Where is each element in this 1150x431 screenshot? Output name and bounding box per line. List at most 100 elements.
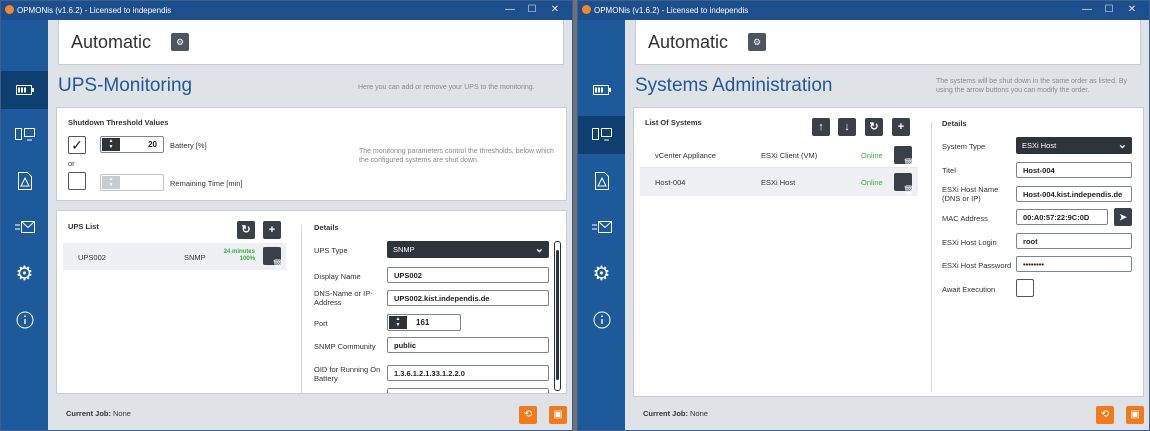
next-field[interactable] xyxy=(387,388,549,393)
title-bar[interactable]: OPMONis (v1.6.2) - Licensed to independi… xyxy=(578,1,1149,20)
window-ups-monitoring: OPMONis (v1.6.2) - Licensed to independi… xyxy=(0,0,573,431)
details-scrollbar[interactable] xyxy=(554,241,561,391)
add-system-button[interactable]: + xyxy=(892,118,910,136)
close-button[interactable]: ✕ xyxy=(548,4,562,15)
oid-label-line2: Battery xyxy=(314,374,338,383)
system-name: vCenter Appliance xyxy=(655,151,716,160)
port-stepper[interactable]: ▲ ▼ 161 xyxy=(387,314,461,331)
alert-document-icon xyxy=(594,172,609,190)
refresh-button[interactable]: ↻ xyxy=(865,118,883,136)
locate-mac-button[interactable]: ➤ xyxy=(1114,208,1132,226)
systems-list-row[interactable]: Host-004 ESXi Host Online 🗑 xyxy=(640,168,918,196)
delete-system-button[interactable]: 🗑 xyxy=(894,173,914,195)
sidebar-item-info[interactable] xyxy=(578,301,625,339)
chevron-down-icon: ⌄ xyxy=(534,243,544,255)
sidebar-item-notifications[interactable] xyxy=(1,208,48,246)
current-job-value: None xyxy=(113,409,131,418)
settings-icon: ⚙ xyxy=(175,37,185,47)
systems-list-row[interactable]: vCenter Appliance ESXi Client (VM) Onlin… xyxy=(640,142,918,168)
app-logo-icon xyxy=(5,5,14,14)
app-logo-icon xyxy=(582,5,591,14)
sidebar-item-ups[interactable] xyxy=(578,71,625,109)
page-hint-line2: using the arrow buttons you can modify t… xyxy=(936,87,1090,94)
system-type-value: ESXi Host xyxy=(1022,141,1057,150)
save-icon: ▣ xyxy=(1130,409,1140,420)
systems-card: List Of Systems ↑ ↓ ↻ + vCenter Applianc… xyxy=(633,107,1144,397)
details-title: Details xyxy=(942,119,967,128)
titel-field[interactable]: Host-004 xyxy=(1016,162,1132,178)
login-field[interactable]: root xyxy=(1016,233,1132,249)
maximize-button[interactable]: ☐ xyxy=(525,4,539,15)
reset-button[interactable]: ⟲ xyxy=(519,406,537,424)
or-label: or xyxy=(68,159,75,168)
system-type: ESXi Host xyxy=(761,178,796,187)
main-content: Automatic ⚙ UPS-Monitoring Here you can … xyxy=(48,20,572,430)
sidebar-item-systems[interactable] xyxy=(1,116,48,154)
oid-field[interactable]: 1.3.6.1.2.1.33.1.2.2.0 xyxy=(387,365,549,381)
ups-list-row[interactable]: UPS002 SNMP 24 minutes 100% 🗑 xyxy=(63,243,286,270)
sidebar-item-notifications[interactable] xyxy=(578,208,625,246)
ups-type-label: UPS Type xyxy=(314,246,348,255)
remaining-time-stepper[interactable]: ▲ ▼ xyxy=(100,174,164,191)
ups-type-value: SNMP xyxy=(393,245,415,254)
password-field[interactable]: •••••••• xyxy=(1016,256,1132,272)
host-name-field[interactable]: Host-004.kist.independis.de xyxy=(1016,186,1132,202)
refresh-button[interactable]: ↻ xyxy=(237,221,255,239)
current-job-value: None xyxy=(690,409,708,418)
threshold-title: Shutdown Threshold Values xyxy=(68,118,169,127)
page-title: UPS-Monitoring xyxy=(58,75,193,96)
details-title: Details xyxy=(314,223,339,232)
ups-card: UPS List ↻ + UPS002 SNMP 24 minutes 100%… xyxy=(56,210,567,394)
move-up-button[interactable]: ↑ xyxy=(812,118,830,136)
arrow-up-icon: ↑ xyxy=(818,121,824,133)
ups-type-select[interactable]: SNMP ⌄ xyxy=(387,241,549,258)
refresh-icon: ↻ xyxy=(241,224,251,236)
sidebar-item-info[interactable] xyxy=(1,301,48,339)
battery-stepper[interactable]: ▲ ▼ 20 xyxy=(100,136,164,153)
stepper-arrows-icon[interactable]: ▲ ▼ xyxy=(102,176,120,189)
mode-settings-button[interactable]: ⚙ xyxy=(171,33,189,51)
email-icon xyxy=(591,221,612,233)
title-bar[interactable]: OPMONis (v1.6.2) - Licensed to independi… xyxy=(1,1,572,20)
move-down-button[interactable]: ↓ xyxy=(838,118,856,136)
threshold-hint: The monitoring parameters control the th… xyxy=(359,148,554,164)
display-name-label: Display Name xyxy=(314,272,361,281)
system-name: Host-004 xyxy=(655,178,686,187)
mac-address-field[interactable]: 00:A0:57:22:9C:0D xyxy=(1016,209,1108,225)
save-button[interactable]: ▣ xyxy=(1126,406,1144,424)
remaining-time-checkbox[interactable] xyxy=(68,172,86,190)
threshold-card: Shutdown Threshold Values ✓ ▲ ▼ 20 Batter… xyxy=(56,107,567,201)
battery-icon xyxy=(15,85,34,95)
minimize-button[interactable]: — xyxy=(503,4,517,15)
delete-system-button[interactable]: 🗑 xyxy=(894,146,914,168)
await-execution-checkbox[interactable] xyxy=(1016,279,1034,297)
save-button[interactable]: ▣ xyxy=(549,406,567,424)
maximize-button[interactable]: ☐ xyxy=(1102,4,1116,15)
titel-label: Titel xyxy=(942,166,956,175)
scrollbar-thumb[interactable] xyxy=(556,250,559,380)
sidebar-item-ups[interactable] xyxy=(1,71,48,109)
mode-settings-button[interactable]: ⚙ xyxy=(748,33,766,51)
close-button[interactable]: ✕ xyxy=(1125,4,1139,15)
delete-ups-button[interactable]: 🗑 xyxy=(263,247,283,269)
navigation-arrow-icon: ➤ xyxy=(1119,212,1127,222)
stepper-arrows-icon[interactable]: ▲ ▼ xyxy=(389,316,407,329)
reset-button[interactable]: ⟲ xyxy=(1096,406,1114,424)
community-field[interactable]: public xyxy=(387,337,549,353)
sidebar-item-alerts[interactable] xyxy=(1,162,48,200)
battery-checkbox[interactable]: ✓ xyxy=(68,136,86,154)
stepper-arrows-icon[interactable]: ▲ ▼ xyxy=(102,138,120,151)
display-name-field[interactable]: UPS002 xyxy=(387,267,549,283)
system-type-select[interactable]: ESXi Host ⌄ xyxy=(1016,137,1132,154)
sidebar-item-systems[interactable] xyxy=(578,116,625,154)
add-ups-button[interactable]: + xyxy=(263,221,281,239)
current-job-label: Current Job: xyxy=(66,409,111,418)
system-status: Online xyxy=(861,178,883,187)
sidebar-item-settings[interactable]: ⚙ xyxy=(1,254,48,292)
sidebar-item-alerts[interactable] xyxy=(578,162,625,200)
dns-field[interactable]: UPS002.kist.independis.de xyxy=(387,290,549,306)
minimize-button[interactable]: — xyxy=(1080,4,1094,15)
info-icon xyxy=(16,311,33,329)
sidebar-item-settings[interactable]: ⚙ xyxy=(578,254,625,292)
chevron-down-icon: ⌄ xyxy=(1117,139,1127,151)
